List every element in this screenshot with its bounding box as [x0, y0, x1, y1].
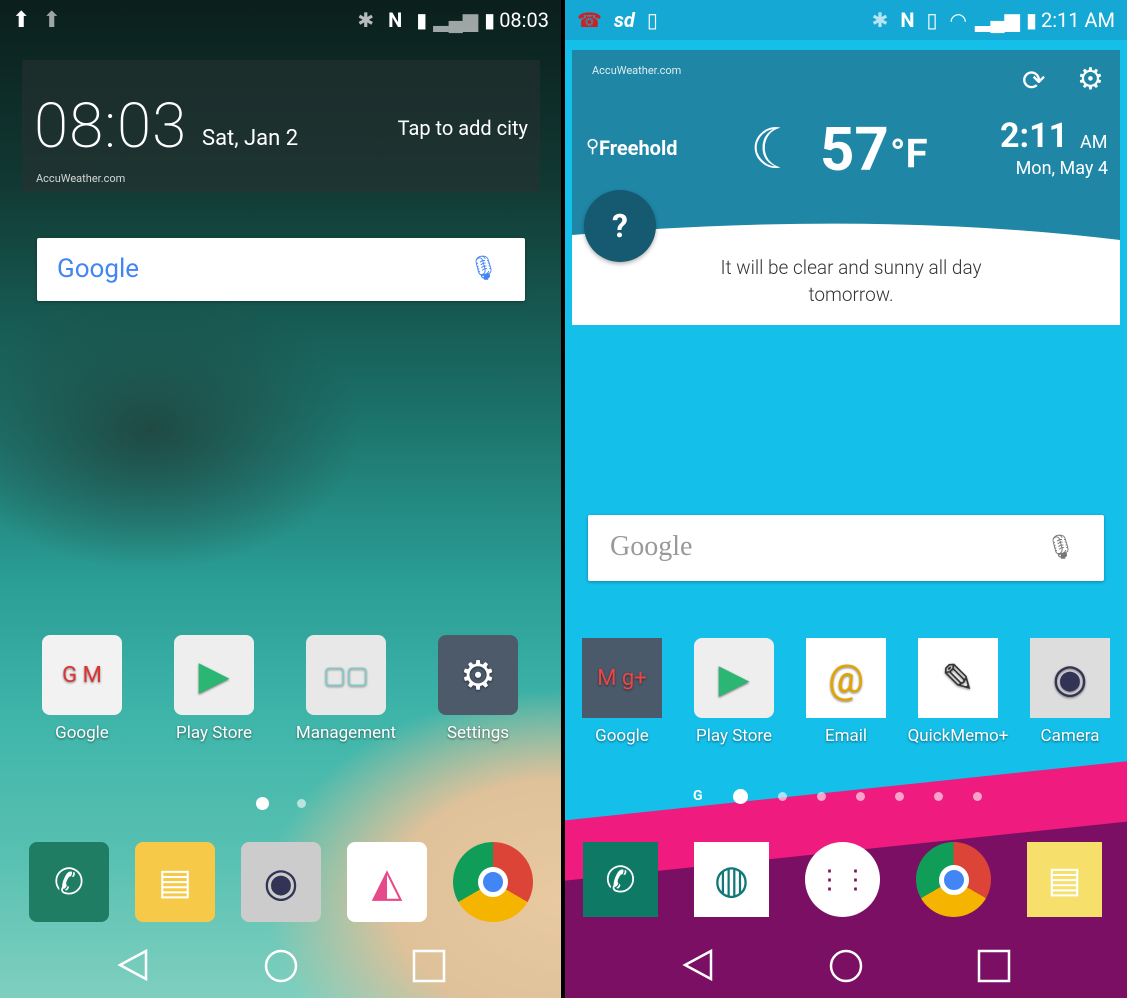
- weather-time: 2:11: [1000, 116, 1069, 156]
- weather-location[interactable]: Freehold: [599, 136, 678, 160]
- wifi-call-icon: ☎: [577, 8, 602, 32]
- home-icon[interactable]: [263, 948, 299, 984]
- app-play-store[interactable]: ▶ Play Store: [159, 635, 269, 743]
- battery-icon: ▮: [484, 8, 496, 32]
- google-folder-icon: M g+: [582, 638, 662, 718]
- app-camera[interactable]: ◉ Camera: [1015, 638, 1125, 746]
- page-dot[interactable]: [972, 791, 982, 801]
- temperature: 57: [820, 114, 889, 185]
- page-dot[interactable]: [816, 791, 826, 801]
- page-dot-active[interactable]: [256, 797, 269, 810]
- messages-icon[interactable]: ▤: [1027, 842, 1102, 917]
- google-page-indicator[interactable]: G: [693, 788, 703, 804]
- page-indicator: G: [693, 788, 982, 804]
- back-icon[interactable]: [116, 948, 150, 982]
- clock-time: 08:03: [34, 90, 188, 163]
- camera-icon: ◉: [1030, 638, 1110, 718]
- status-bar: ☎ sd ▯ ✱ N ▯ ◠ ▂▄▆ ▮ 2:11 AM: [565, 0, 1127, 40]
- weather-ampm: AM: [1080, 132, 1108, 153]
- status-bar: ⬆ ⬆ ✱ N ▮ ▂▄▆ ▮ 08:03: [0, 0, 561, 40]
- upload-icon: ⬆: [12, 7, 31, 33]
- page-dot[interactable]: [933, 791, 943, 801]
- page-dot[interactable]: [894, 791, 904, 801]
- apps-drawer-icon[interactable]: ⋮⋮: [805, 842, 880, 917]
- sd-card-icon: ▮: [416, 8, 428, 32]
- app-email[interactable]: @ Email: [791, 638, 901, 746]
- left-phone-screen: ⬆ ⬆ ✱ N ▮ ▂▄▆ ▮ 08:03 08:03 Sat, Jan 2 T…: [0, 0, 561, 998]
- app-row: M g+ Google ▶ Play Store @ Email ✎ QuickMemo…: [567, 638, 1125, 746]
- navigation-bar: [0, 940, 561, 990]
- signal-icon: ▂▄▆: [975, 7, 1020, 32]
- email-icon: @: [806, 638, 886, 718]
- add-city-link[interactable]: Tap to add city: [398, 116, 528, 140]
- refresh-icon[interactable]: ⟳: [1022, 64, 1045, 97]
- app-settings[interactable]: ⚙ Settings: [423, 635, 533, 743]
- page-indicator: [256, 797, 306, 810]
- temperature-unit: °F: [890, 130, 928, 177]
- moon-icon: ☾: [750, 116, 801, 182]
- mic-icon[interactable]: 🎙: [469, 254, 499, 282]
- app-quickmemo[interactable]: ✎ QuickMemo+: [903, 638, 1013, 746]
- app-google[interactable]: M g+ Google: [567, 638, 677, 746]
- page-dot-active[interactable]: [732, 788, 748, 804]
- wifi-icon: ◠: [949, 8, 967, 32]
- gear-icon: ⚙: [438, 635, 518, 715]
- nfc-icon: N: [900, 8, 915, 32]
- forecast-text: It will be clear and sunny all day tomor…: [720, 256, 982, 306]
- google-logo: Google: [610, 531, 693, 562]
- gallery-icon[interactable]: ◭: [347, 842, 427, 922]
- chrome-icon[interactable]: [916, 842, 991, 917]
- bluetooth-icon: ✱: [357, 8, 375, 32]
- weather-date: Mon, May 4: [1015, 158, 1108, 179]
- google-logo: Google: [57, 254, 140, 284]
- app-google[interactable]: G M Google: [27, 635, 137, 743]
- phone-icon[interactable]: ✆: [29, 842, 109, 922]
- page-dot[interactable]: [297, 799, 306, 808]
- signal-icon: ▂▄▆: [433, 7, 479, 32]
- upload-icon: ⬆: [42, 7, 61, 33]
- phone-icon[interactable]: ✆: [583, 842, 658, 917]
- vibrate-icon: ▯: [926, 8, 938, 32]
- bluetooth-icon: ✱: [871, 8, 889, 32]
- status-time: 08:03: [499, 8, 549, 32]
- google-search-bar[interactable]: Google 🎙: [37, 238, 525, 301]
- right-phone-screen: ☎ sd ▯ ✱ N ▯ ◠ ▂▄▆ ▮ 2:11 AM AccuWeather…: [565, 0, 1127, 998]
- status-time: 2:11 AM: [1040, 8, 1115, 32]
- battery-icon: ▮: [1025, 8, 1037, 32]
- chrome-icon[interactable]: [453, 842, 533, 922]
- sd-card-icon: sd: [613, 8, 635, 32]
- clock-date: Sat, Jan 2: [202, 126, 299, 151]
- recents-icon[interactable]: [977, 949, 1011, 983]
- nfc-icon: N: [388, 8, 403, 32]
- google-folder-icon: G M: [42, 635, 122, 715]
- app-management[interactable]: ▢▢ Management: [291, 635, 401, 743]
- quickmemo-icon: ✎: [918, 638, 998, 718]
- clock-widget[interactable]: 08:03 Sat, Jan 2 Tap to add city AccuWea…: [22, 60, 540, 192]
- help-button[interactable]: ?: [584, 190, 656, 262]
- play-store-icon: ▶: [174, 635, 254, 715]
- weather-widget[interactable]: AccuWeather.com ⟳ ⚙ ⚲ Freehold ☾ 57 °F 2…: [572, 50, 1120, 325]
- navigation-bar: [565, 940, 1127, 990]
- play-store-icon: ▶: [694, 638, 774, 718]
- camera-icon[interactable]: ◉: [241, 842, 321, 922]
- settings-icon[interactable]: ⚙: [1077, 62, 1104, 97]
- management-folder-icon: ▢▢: [306, 635, 386, 715]
- page-dot[interactable]: [855, 791, 865, 801]
- app-row: G M Google ▶ Play Store ▢▢ Management ⚙ Sett…: [27, 635, 533, 743]
- app-play-store[interactable]: ▶ Play Store: [679, 638, 789, 746]
- mic-icon[interactable]: 🎙: [1046, 533, 1076, 561]
- messages-icon[interactable]: ▤: [135, 842, 215, 922]
- dock: ✆ ◍ ⋮⋮ ▤: [583, 842, 1102, 925]
- page-dot[interactable]: [777, 791, 787, 801]
- home-icon[interactable]: [828, 948, 864, 984]
- accuweather-brand: AccuWeather.com: [36, 172, 126, 185]
- google-search-bar[interactable]: Google 🎙: [588, 515, 1104, 581]
- sim-icon: ▯: [646, 8, 658, 32]
- location-pin-icon: ⚲: [586, 136, 600, 157]
- dock: ✆ ▤ ◉ ◭: [29, 842, 533, 930]
- contacts-icon[interactable]: ◍: [694, 842, 769, 917]
- recents-icon[interactable]: [412, 949, 446, 983]
- back-icon[interactable]: [681, 948, 715, 982]
- accuweather-brand: AccuWeather.com: [592, 64, 682, 77]
